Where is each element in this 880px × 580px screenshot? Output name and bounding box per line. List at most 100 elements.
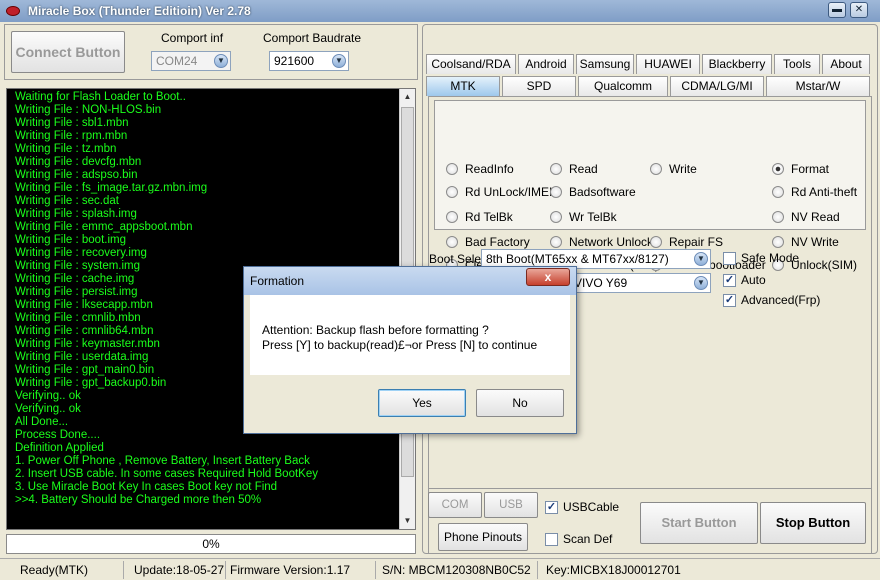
scan-def-label: Scan Def (563, 532, 613, 546)
radio-wr-telbk[interactable]: Wr TelBk (550, 210, 617, 224)
radio-label: Repair FS (669, 235, 724, 249)
yes-button[interactable]: Yes (378, 389, 466, 417)
tab-mstar-w[interactable]: Mstar/W (766, 76, 870, 96)
log-line: Writing File : recovery.img (15, 247, 147, 259)
tab-about[interactable]: About (822, 54, 870, 74)
log-line: Writing File : tz.mbn (15, 143, 117, 155)
tab-android[interactable]: Android (518, 54, 574, 74)
scan-def-checkbox[interactable]: Scan Def (545, 532, 612, 546)
radio-label: Bad Factory (465, 235, 530, 249)
radio-format[interactable]: Format (772, 162, 829, 176)
radio-label: Badsoftware (569, 185, 636, 199)
dialog-message: Attention: Backup flash before formattin… (262, 323, 537, 353)
log-line: 1. Power Off Phone , Remove Battery, Ins… (15, 455, 310, 467)
log-line: Writing File : boot.img (15, 234, 126, 246)
log-line: 2. Insert USB cable. In some cases Requi… (15, 468, 318, 480)
radio-empty-icon[interactable] (550, 236, 562, 248)
auto-checkbox[interactable]: ✓ Auto (723, 273, 766, 287)
radio-empty-icon[interactable] (550, 211, 562, 223)
radio-selected-icon[interactable] (772, 163, 784, 175)
radio-empty-icon[interactable] (650, 236, 662, 248)
chevron-down-icon[interactable]: ▼ (332, 54, 346, 68)
radio-read[interactable]: Read (550, 162, 598, 176)
usb-cable-label: USBCable (563, 500, 620, 514)
log-line: Writing File : emmc_appsboot.mbn (15, 221, 193, 233)
radio-readinfo[interactable]: ReadInfo (446, 162, 514, 176)
radio-label: Format (791, 162, 830, 176)
baud-select[interactable]: 921600 ▼ (269, 51, 349, 71)
radio-empty-icon[interactable] (772, 186, 784, 198)
title-bar: Miracle Box (Thunder Editioin) Ver 2.78 … (0, 0, 880, 22)
com-scan-button[interactable]: COM Scan (428, 492, 482, 535)
safe-mode-checkbox[interactable]: Safe Mode (723, 251, 799, 265)
checkmark-icon[interactable]: ✓ (723, 273, 736, 287)
close-icon[interactable]: x (526, 268, 570, 286)
dialog-message-line2: Press [Y] to backup(read)£¬or Press [N] … (262, 338, 538, 352)
radio-label: Rd TelBk (465, 210, 513, 224)
radio-bad-factory[interactable]: Bad Factory (446, 235, 530, 249)
start-button[interactable]: Start Button (640, 502, 758, 544)
phone-pinouts-button[interactable]: Phone Pinouts (438, 523, 528, 551)
checkmark-icon[interactable]: ✓ (723, 293, 736, 307)
checkbox-empty-icon[interactable] (723, 251, 736, 265)
usb-cable-checkbox[interactable]: ✓ USBCable (545, 500, 619, 514)
dialog-message-line1: Attention: Backup flash before formattin… (262, 323, 489, 337)
checkbox-empty-icon[interactable] (545, 532, 558, 546)
minimize-button[interactable]: ▬ (828, 2, 846, 18)
radio-repair-fs[interactable]: Repair FS (650, 235, 723, 249)
radio-nv-read[interactable]: NV Read (772, 210, 840, 224)
model-select-value: VIVO Y69 (574, 276, 628, 290)
tab-coolsand-rda[interactable]: Coolsand/RDA (426, 54, 516, 74)
log-line: Writing File : adspso.bin (15, 169, 138, 181)
chevron-down-icon[interactable]: ▼ (214, 54, 228, 68)
close-window-button[interactable]: ✕ (850, 2, 868, 18)
usb-scan-button[interactable]: USB Scan (484, 492, 538, 535)
radio-nv-write[interactable]: NV Write (772, 235, 839, 249)
radio-rd-telbk[interactable]: Rd TelBk (446, 210, 513, 224)
stop-button[interactable]: Stop Button (760, 502, 866, 544)
radio-empty-icon[interactable] (446, 186, 458, 198)
status-update: Update:18-05-27 (130, 561, 226, 579)
tab-spd[interactable]: SPD (502, 76, 576, 96)
radio-empty-icon[interactable] (446, 163, 458, 175)
log-line: Waiting for Flash Loader to Boot.. (15, 91, 186, 103)
log-line: Writing File : splash.img (15, 208, 137, 220)
radio-empty-icon[interactable] (772, 211, 784, 223)
radio-rd-anti-theft[interactable]: Rd Anti-theft (772, 185, 857, 199)
advanced-frp-checkbox[interactable]: ✓ Advanced(Frp) (723, 293, 820, 307)
radio-label: NV Write (791, 235, 839, 249)
radio-label: NV Read (791, 210, 840, 224)
radio-empty-icon[interactable] (650, 163, 662, 175)
chevron-down-icon[interactable]: ▼ (694, 252, 708, 266)
tab-blackberry[interactable]: Blackberry (702, 54, 772, 74)
chevron-down-icon[interactable]: ▼ (694, 276, 708, 290)
radio-empty-icon[interactable] (550, 186, 562, 198)
radio-network-unlock[interactable]: Network Unlock (550, 235, 653, 249)
connect-button[interactable]: Connect Button (11, 31, 125, 73)
radio-badsoftware[interactable]: Badsoftware (550, 185, 636, 199)
no-button[interactable]: No (476, 389, 564, 417)
tab-tools[interactable]: Tools (774, 54, 820, 74)
scroll-down-icon[interactable]: ▼ (400, 513, 415, 529)
radio-empty-icon[interactable] (446, 211, 458, 223)
comport-label: Comport inf (161, 31, 224, 45)
tab-mtk[interactable]: MTK (426, 76, 500, 96)
radio-rd-unlock-imei[interactable]: Rd UnLock/IMEI (446, 185, 552, 199)
radio-empty-icon[interactable] (550, 163, 562, 175)
checkmark-icon[interactable]: ✓ (545, 500, 558, 514)
radio-empty-icon[interactable] (446, 236, 458, 248)
tab-huawei[interactable]: HUAWEI (636, 54, 700, 74)
tab-qualcomm[interactable]: Qualcomm (578, 76, 668, 96)
scroll-up-icon[interactable]: ▲ (400, 89, 415, 105)
status-serial: S/N: MBCM120308NB0C52 (378, 561, 538, 579)
tab-cdma-lg-mi[interactable]: CDMA/LG/MI (670, 76, 764, 96)
radio-empty-icon[interactable] (772, 236, 784, 248)
tab-samsung[interactable]: Samsung (576, 54, 634, 74)
radio-write[interactable]: Write (650, 162, 697, 176)
comport-select[interactable]: COM24 ▼ (151, 51, 231, 71)
radio-label: ReadInfo (465, 162, 514, 176)
auto-label: Auto (741, 273, 766, 287)
log-line: Writing File : sec.dat (15, 195, 119, 207)
status-firmware: Firmware Version:1.17 (226, 561, 376, 579)
dialog-title-bar: Formation x (244, 267, 576, 295)
